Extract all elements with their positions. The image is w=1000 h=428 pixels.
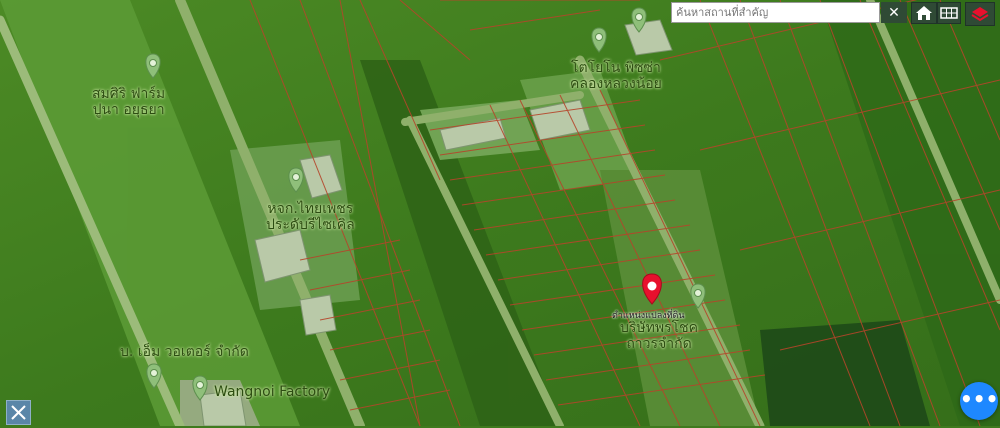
more-icon: •••	[960, 387, 999, 411]
map-label-line: Wangnoi Factory	[214, 384, 331, 400]
map-label-line: หจก.ไทยเพชร	[267, 201, 354, 217]
home-icon	[916, 6, 932, 20]
map-label: บริษัทพรโชค ถาวรจำกัด	[620, 320, 698, 352]
map-label: โตโยโน พิซซ่า คลองหลวงน้อย	[570, 60, 662, 92]
map-label-line: บริษัทพรโชค	[620, 320, 698, 336]
search-input[interactable]	[671, 2, 880, 23]
clear-search-button[interactable]: ✕	[881, 2, 907, 23]
satellite-map[interactable]	[0, 0, 1000, 426]
layers-icon	[971, 7, 989, 22]
map-label-line: สมศิริ ฟาร์ม	[92, 86, 166, 102]
map-label: Wangnoi Factory	[214, 384, 330, 400]
map-label: บ. เอ็ม วอเตอร์ จำกัด	[120, 344, 249, 360]
layers-button[interactable]	[965, 2, 995, 26]
tools-icon	[11, 405, 26, 420]
current-location-label: ตำแหน่งแปลงที่ดิน	[612, 311, 685, 321]
grid-button[interactable]	[937, 2, 961, 24]
map-label-line: คลองหลวงน้อย	[570, 76, 662, 92]
measure-tool-button[interactable]	[6, 400, 31, 425]
map-label-line: ปูนา อยุธยา	[92, 102, 165, 118]
map-label-line: บ. เอ็ม วอเตอร์ จำกัด	[120, 344, 249, 360]
map-label: หจก.ไทยเพชร ประดับรีไซเคิล	[266, 201, 355, 233]
map-label-line: ประดับรีไซเคิล	[266, 217, 355, 233]
map-label-line: ถาวรจำกัด	[626, 336, 692, 352]
map-label-line: โตโยโน พิซซ่า	[570, 60, 661, 76]
home-button[interactable]	[911, 2, 937, 24]
more-options-button[interactable]: •••	[960, 382, 998, 420]
grid-icon	[940, 7, 958, 19]
map-label: สมศิริ ฟาร์ม ปูนา อยุธยา	[92, 86, 165, 118]
